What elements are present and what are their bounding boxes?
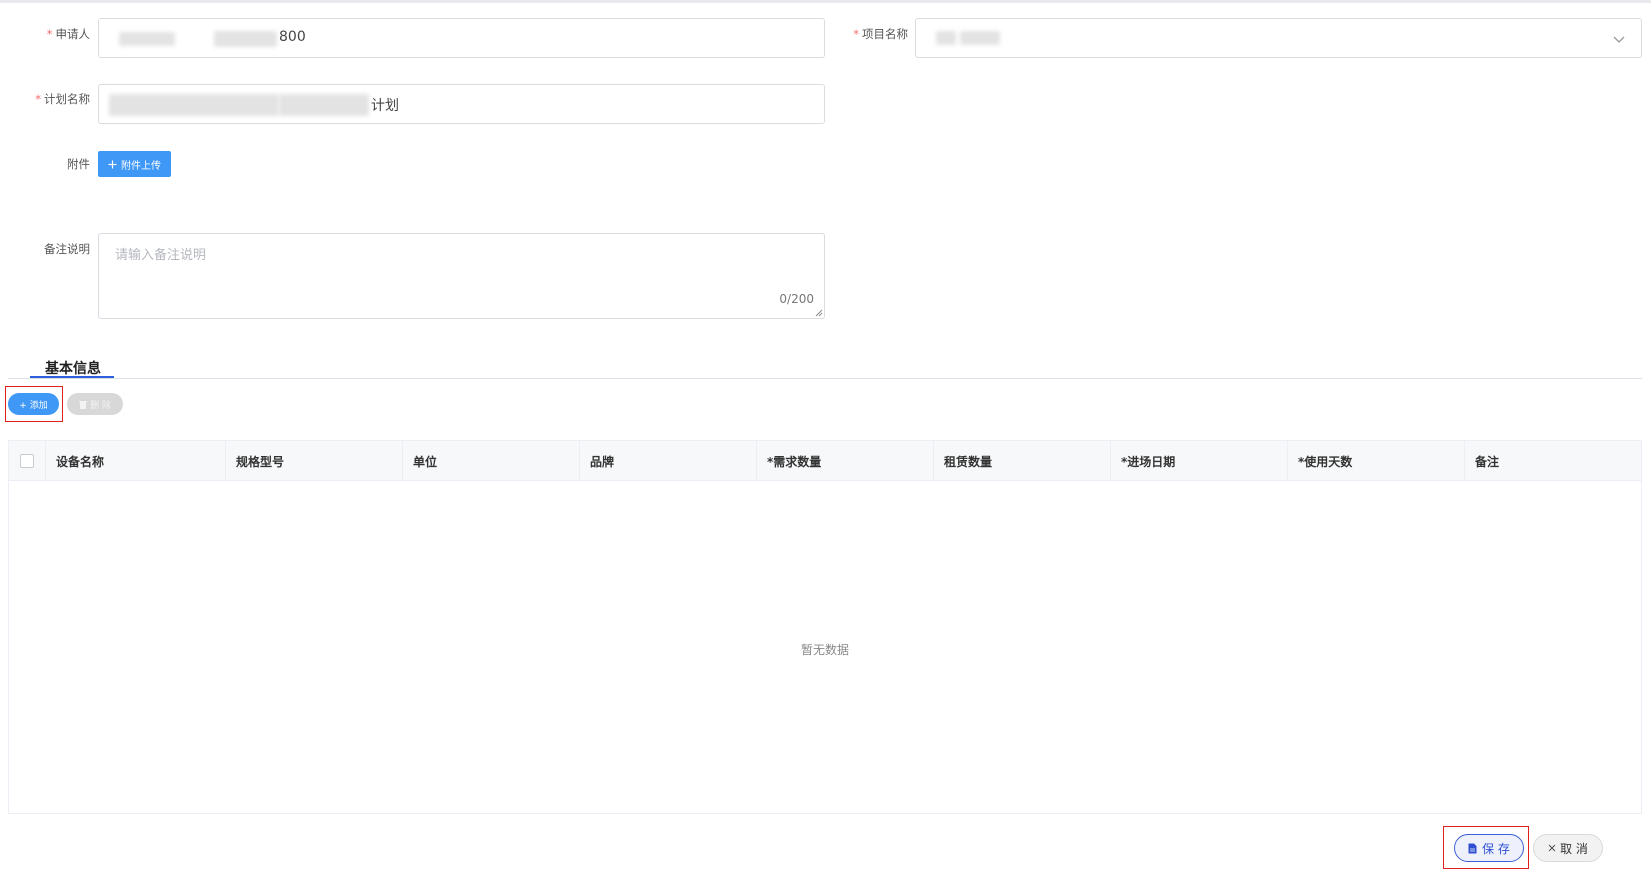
cancel-button-label: 取 消 — [1560, 841, 1588, 856]
section-divider — [8, 378, 1642, 379]
plan-name-value: 计划 — [371, 98, 399, 114]
select-all-cell — [9, 441, 46, 481]
column-header[interactable]: *使用天数 — [1288, 441, 1465, 481]
plan-name-label: * 计划名称 — [35, 92, 90, 106]
trash-icon — [79, 400, 88, 409]
active-tab-indicator — [30, 376, 114, 378]
remark-textarea[interactable]: 请输入备注说明 0/200 — [98, 233, 825, 319]
column-header[interactable]: 规格型号 — [226, 441, 403, 481]
top-divider — [0, 0, 1651, 3]
delete-button-label: 删 除 — [90, 400, 111, 411]
close-icon — [1548, 844, 1556, 852]
column-header[interactable]: 品牌 — [580, 441, 757, 481]
plan-name-input[interactable]: 计划 — [98, 84, 825, 124]
column-header[interactable]: 设备名称 — [46, 441, 226, 481]
plus-icon — [108, 160, 117, 168]
attachment-label: 附件 — [67, 157, 90, 171]
redacted-text — [960, 31, 1000, 45]
redacted-text — [936, 31, 956, 45]
delete-button[interactable]: 删 除 — [67, 393, 123, 415]
required-mark: * — [46, 27, 53, 41]
project-label: * 项目名称 — [853, 27, 908, 41]
save-button-label: 保 存 — [1482, 841, 1510, 856]
table-header: 设备名称 规格型号 单位 品牌 *需求数量 租赁数量 *进场日期 *使用天数 备… — [9, 441, 1641, 481]
remark-label: 备注说明 — [44, 242, 90, 256]
equipment-table: 设备名称 规格型号 单位 品牌 *需求数量 租赁数量 *进场日期 *使用天数 备… — [8, 440, 1642, 814]
save-button[interactable]: 保 存 — [1454, 834, 1524, 862]
required-mark: * — [853, 27, 859, 41]
applicant-value: 800 — [279, 29, 306, 45]
add-button-label: + 添加 — [19, 400, 48, 411]
column-header[interactable]: 单位 — [403, 441, 580, 481]
required-mark: * — [35, 92, 41, 106]
cancel-button[interactable]: 取 消 — [1533, 834, 1603, 862]
select-all-checkbox[interactable] — [20, 454, 34, 468]
document-icon — [1468, 843, 1477, 853]
column-header[interactable]: *需求数量 — [757, 441, 934, 481]
project-select[interactable] — [915, 18, 1642, 58]
upload-button-label: 附件上传 — [121, 160, 161, 172]
char-counter: 0/200 — [779, 292, 814, 306]
redacted-text — [279, 94, 369, 116]
applicant-input[interactable]: 800 — [98, 18, 825, 58]
column-header[interactable]: *进场日期 — [1111, 441, 1288, 481]
resize-handle-icon[interactable] — [815, 309, 823, 317]
chevron-down-icon[interactable] — [1613, 33, 1625, 45]
remark-placeholder: 请输入备注说明 — [115, 248, 207, 263]
empty-state-text: 暂无数据 — [800, 643, 849, 657]
redacted-text — [109, 94, 279, 116]
column-header[interactable]: 备注 — [1465, 441, 1641, 481]
applicant-label: * 申请人 — [46, 27, 90, 41]
column-header[interactable]: 租赁数量 — [934, 441, 1111, 481]
redacted-text — [119, 32, 175, 46]
upload-button[interactable]: 附件上传 — [98, 151, 171, 177]
redacted-text — [214, 31, 277, 47]
tab-basic-info[interactable]: 基本信息 — [45, 358, 101, 378]
add-button[interactable]: + 添加 — [8, 393, 59, 415]
